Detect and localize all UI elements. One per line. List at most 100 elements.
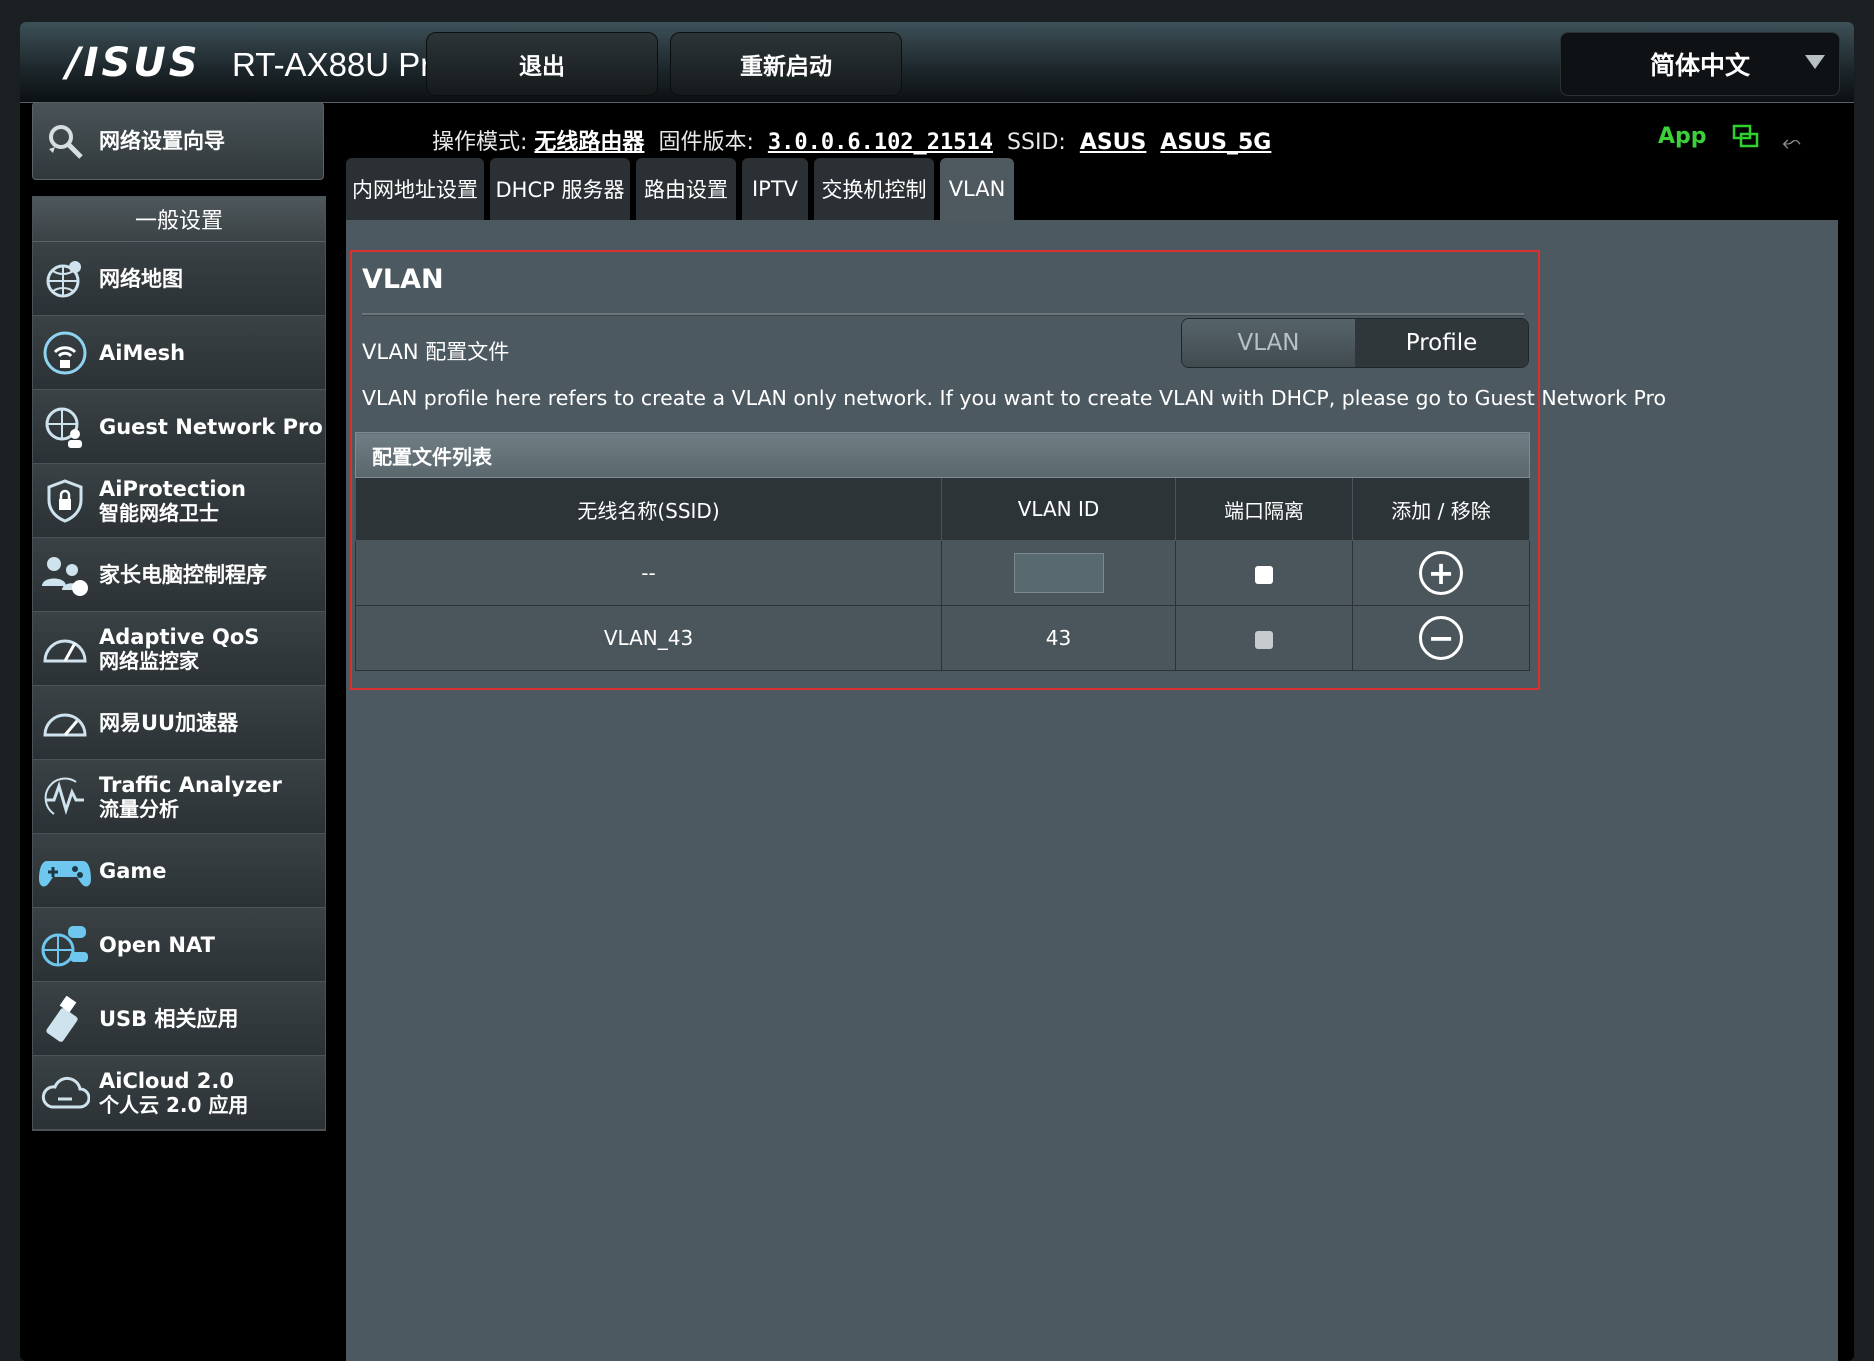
add-circle-icon[interactable]: + [1419, 551, 1463, 595]
speedometer-icon [39, 697, 91, 749]
column-header-vlan-id: VLAN ID [941, 477, 1176, 541]
table-caption: 配置文件列表 [355, 432, 1530, 478]
wizard-icon [39, 115, 91, 167]
ssid-link-5g[interactable]: ASUS_5G [1160, 130, 1271, 155]
aimesh-icon [39, 327, 91, 379]
ssid-link-2g[interactable]: ASUS [1080, 130, 1147, 155]
tab-lan-ip[interactable]: 内网地址设置 [346, 158, 484, 220]
tab-route[interactable]: 路由设置 [636, 158, 736, 220]
sidebar-item-label: 网易UU加速器 [99, 710, 239, 735]
sidebar-item-aimesh[interactable]: AiMesh [33, 316, 325, 390]
parental-control-icon [39, 549, 91, 601]
sidebar-item-label: AiMesh [99, 340, 186, 365]
wizard-label: 网络设置向导 [99, 129, 225, 153]
model-name: RT-AX88U Pro [232, 46, 450, 83]
sidebar-item-subtitle: 个人云 2.0 应用 [99, 1092, 249, 1117]
sidebar-item-aicloud[interactable]: AiCloud 2.0 个人云 2.0 应用 [33, 1056, 325, 1130]
sidebar-item-guest-network-pro[interactable]: Guest Network Pro [33, 390, 325, 464]
gamepad-icon [39, 845, 91, 897]
sidebar-item-subtitle: 网络监控家 [99, 648, 199, 673]
general-settings-heading: 一般设置 [33, 197, 325, 242]
table-row: VLAN_43 43 − [355, 605, 1530, 671]
network-setup-wizard[interactable]: 网络设置向导 [32, 102, 324, 180]
vlan-profile-switch: VLAN Profile [1181, 318, 1529, 368]
seg-profile-button[interactable]: Profile [1355, 319, 1528, 367]
sidebar-item-adaptive-qos[interactable]: Adaptive QoS 网络监控家 [33, 612, 325, 686]
app-link[interactable]: App [1658, 124, 1707, 149]
sidebar-item-uu-accelerator[interactable]: 网易UU加速器 [33, 686, 325, 760]
gauge-icon [39, 623, 91, 675]
mode-label: 操作模式: [432, 130, 528, 155]
vlan-id-cell [941, 540, 1176, 606]
ssid-select[interactable]: -- [355, 540, 942, 606]
usb-icon[interactable]: ⬿ [1782, 128, 1801, 156]
column-header-add-remove: 添加 / 移除 [1352, 477, 1530, 541]
port-isolation-checkbox[interactable] [1255, 565, 1273, 584]
table-row-new: -- + [355, 540, 1530, 606]
ssid-label: SSID: [1007, 130, 1066, 155]
sidebar-item-label: Traffic Analyzer 流量分析 [99, 773, 282, 821]
vlan-description: VLAN profile here refers to create a VLA… [362, 386, 1666, 410]
remove-circle-icon[interactable]: − [1419, 616, 1463, 660]
tab-switch-control[interactable]: 交换机控制 [814, 158, 934, 220]
sidebar-item-title: Traffic Analyzer [99, 772, 282, 797]
traffic-analyzer-icon [39, 771, 91, 823]
brand-logo: /ISUS [66, 40, 201, 86]
isolation-cell [1175, 540, 1353, 606]
vlan-panel: VLAN VLAN 配置文件 VLAN Profile VLAN profile… [350, 250, 1666, 690]
firmware-version-link[interactable]: 3.0.0.6.102_21514 [768, 130, 993, 155]
tab-vlan[interactable]: VLAN [940, 158, 1014, 220]
main-content: VLAN VLAN 配置文件 VLAN Profile VLAN profile… [346, 220, 1838, 1361]
vlan-id-value: 43 [941, 605, 1176, 671]
column-header-ssid: 无线名称(SSID) [355, 477, 942, 541]
router-frame: /ISUS RT-AX88U Pro 退出 重新启动 简体中文 网络设置向导 一… [20, 22, 1854, 1361]
globe-map-icon [39, 253, 91, 305]
sidebar-item-label: AiCloud 2.0 个人云 2.0 应用 [99, 1069, 248, 1117]
sidebar-item-traffic-analyzer[interactable]: Traffic Analyzer 流量分析 [33, 760, 325, 834]
sidebar-item-label: Adaptive QoS 网络监控家 [99, 625, 259, 673]
sidebar-item-title: AiCloud 2.0 [99, 1068, 234, 1093]
sidebar-item-label: 家长电脑控制程序 [99, 562, 267, 587]
sidebar-item-game[interactable]: Game [33, 834, 325, 908]
profile-list-table: 配置文件列表 无线名称(SSID) VLAN ID 端口隔离 添加 / 移除 -… [355, 432, 1530, 671]
sidebar-item-parental-control[interactable]: 家长电脑控制程序 [33, 538, 325, 612]
shield-lock-icon [39, 475, 91, 527]
reboot-button[interactable]: 重新启动 [670, 32, 902, 96]
sidebar-item-network-map[interactable]: 网络地图 [33, 242, 325, 316]
remove-cell: − [1352, 605, 1530, 671]
cloud-icon [39, 1067, 91, 1119]
tab-dhcp-server[interactable]: DHCP 服务器 [490, 158, 630, 220]
chevron-down-icon [1805, 55, 1825, 69]
sidebar-item-subtitle: 智能网络卫士 [99, 500, 219, 525]
logout-button[interactable]: 退出 [426, 32, 658, 96]
sidebar-item-open-nat[interactable]: Open NAT [33, 908, 325, 982]
vlan-id-input[interactable] [1013, 553, 1104, 593]
top-header: /ISUS RT-AX88U Pro 退出 重新启动 简体中文 [20, 22, 1854, 103]
ssid-cell: VLAN_43 [355, 605, 942, 671]
usb-drive-icon [39, 993, 91, 1045]
title-divider [362, 313, 1524, 316]
tab-iptv[interactable]: IPTV [742, 158, 808, 220]
sidebar-item-label: 网络地图 [99, 266, 183, 291]
sidebar-item-aiprotection[interactable]: AiProtection 智能网络卫士 [33, 464, 325, 538]
sidebar-item-subtitle: 流量分析 [99, 796, 179, 821]
sidebar-item-label: USB 相关应用 [99, 1006, 239, 1031]
open-nat-icon [39, 919, 91, 971]
isolation-cell [1175, 605, 1353, 671]
sidebar-item-title: AiProtection [99, 476, 246, 501]
column-header-port-isolation: 端口隔离 [1175, 477, 1353, 541]
add-cell: + [1352, 540, 1530, 606]
sidebar-item-label: AiProtection 智能网络卫士 [99, 477, 246, 525]
port-isolation-checkbox-disabled [1255, 630, 1273, 649]
seg-vlan-button[interactable]: VLAN [1182, 319, 1355, 367]
operation-mode-link[interactable]: 无线路由器 [534, 130, 644, 155]
language-select[interactable]: 简体中文 [1560, 32, 1840, 96]
sidebar-item-usb-apps[interactable]: USB 相关应用 [33, 982, 325, 1056]
status-info-bar: 操作模式: 无线路由器 固件版本: 3.0.0.6.102_21514 SSID… [432, 124, 1271, 156]
page-title: VLAN [362, 264, 444, 295]
network-status-icon[interactable] [1732, 124, 1759, 148]
sidebar-item-label: Open NAT [99, 932, 215, 957]
language-value: 简体中文 [1649, 51, 1750, 80]
sidebar-menu: 一般设置 网络地图 AiMesh Guest Network Pro AiPro… [32, 196, 326, 1131]
vlan-profile-label: VLAN 配置文件 [362, 340, 510, 364]
